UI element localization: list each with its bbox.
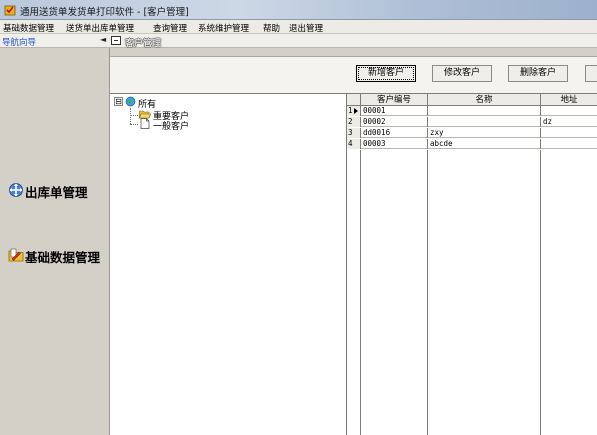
- table-row[interactable]: 3 dd0016 zxy: [347, 128, 597, 138]
- tree-node-label: 一般客户: [153, 122, 190, 132]
- tree-connector: [130, 108, 131, 124]
- cell-name[interactable]: [428, 117, 541, 127]
- toolbar: 新增客户 修改客户 删除客户: [110, 56, 597, 94]
- menu-exit[interactable]: 退出管理: [289, 22, 323, 34]
- column-header-address[interactable]: 地址: [541, 94, 597, 106]
- cell-code[interactable]: 00001: [361, 106, 428, 116]
- menu-query[interactable]: 查询管理: [153, 22, 187, 34]
- table-row[interactable]: 2 00002 dz: [347, 117, 597, 127]
- cell-code[interactable]: dd0016: [361, 128, 428, 138]
- more-button[interactable]: [585, 65, 597, 82]
- cell-code[interactable]: 00002: [361, 117, 428, 127]
- add-customer-button[interactable]: 新增客户: [356, 65, 416, 82]
- page-icon: [140, 118, 150, 129]
- row-index: 2: [347, 117, 361, 127]
- tab-customer-management[interactable]: 客户管理: [109, 35, 169, 49]
- folder-pen-icon: [8, 248, 24, 262]
- cell-name[interactable]: zxy: [428, 128, 541, 138]
- cell-name[interactable]: abcde: [428, 139, 541, 149]
- sidebar-item-basic-data[interactable]: 基础数据管理: [3, 244, 107, 266]
- tree-expander[interactable]: ⊟: [114, 97, 123, 106]
- cell-address[interactable]: dz: [541, 117, 597, 127]
- current-row-indicator: [354, 108, 358, 114]
- globe-icon: [125, 96, 136, 107]
- menu-delivery[interactable]: 送货单出库单管理: [66, 22, 134, 34]
- app-icon: [4, 5, 16, 16]
- menu-bar: 基础数据管理 送货单出库单管理 查询管理 系统维护管理 帮助 退出管理: [0, 20, 597, 34]
- cell-code[interactable]: 00003: [361, 139, 428, 149]
- table-row[interactable]: 4 00003 abcde: [347, 139, 597, 149]
- collapse-icon[interactable]: ◄: [100, 35, 106, 44]
- sidebar: 出库单管理 基础数据管理: [0, 48, 110, 435]
- column-header-code[interactable]: 客户编号: [361, 94, 428, 106]
- menu-help[interactable]: 帮助: [263, 22, 280, 34]
- table-header: 客户编号 名称 地址: [347, 94, 597, 106]
- arrows-icon: [9, 183, 23, 197]
- customer-category-tree: ⊟ 所有 重要客户 一般客户: [110, 94, 347, 435]
- navigation-header: 导航向导 ◄ 客户管理: [0, 34, 597, 49]
- row-index: 3: [347, 128, 361, 138]
- nav-title: 导航向导: [2, 38, 37, 48]
- column-header-index: [347, 94, 361, 106]
- tree-connector: [130, 124, 138, 125]
- cell-address[interactable]: [541, 106, 597, 116]
- edit-customer-button[interactable]: 修改客户: [432, 65, 492, 82]
- cell-name[interactable]: [428, 106, 541, 116]
- column-divider: [427, 150, 428, 435]
- column-divider: [540, 150, 541, 435]
- cell-address[interactable]: [541, 128, 597, 138]
- cell-address[interactable]: [541, 139, 597, 149]
- tab-label: 客户管理: [125, 39, 162, 49]
- menu-basic-data[interactable]: 基础数据管理: [3, 22, 54, 34]
- sidebar-item-outbound[interactable]: 出库单管理: [3, 179, 107, 201]
- customer-table: 客户编号 名称 地址 1 00001 2 00002 dz 3 dd0016 z…: [347, 94, 597, 435]
- column-header-name[interactable]: 名称: [428, 94, 541, 106]
- column-divider: [360, 150, 361, 435]
- table-row[interactable]: 1 00001: [347, 106, 597, 116]
- row-index: 4: [347, 139, 361, 149]
- delete-customer-button[interactable]: 删除客户: [508, 65, 568, 82]
- sidebar-item-label: 出库单管理: [25, 185, 88, 200]
- title-bar: 通用送货单发货单打印软件 - [客户管理]: [0, 0, 597, 20]
- tree-connector: [130, 115, 138, 116]
- window-title: 通用送货单发货单打印软件 - [客户管理]: [20, 7, 189, 18]
- sidebar-item-label: 基础数据管理: [25, 250, 101, 265]
- menu-system[interactable]: 系统维护管理: [198, 22, 249, 34]
- tab-doc-icon: [111, 36, 121, 45]
